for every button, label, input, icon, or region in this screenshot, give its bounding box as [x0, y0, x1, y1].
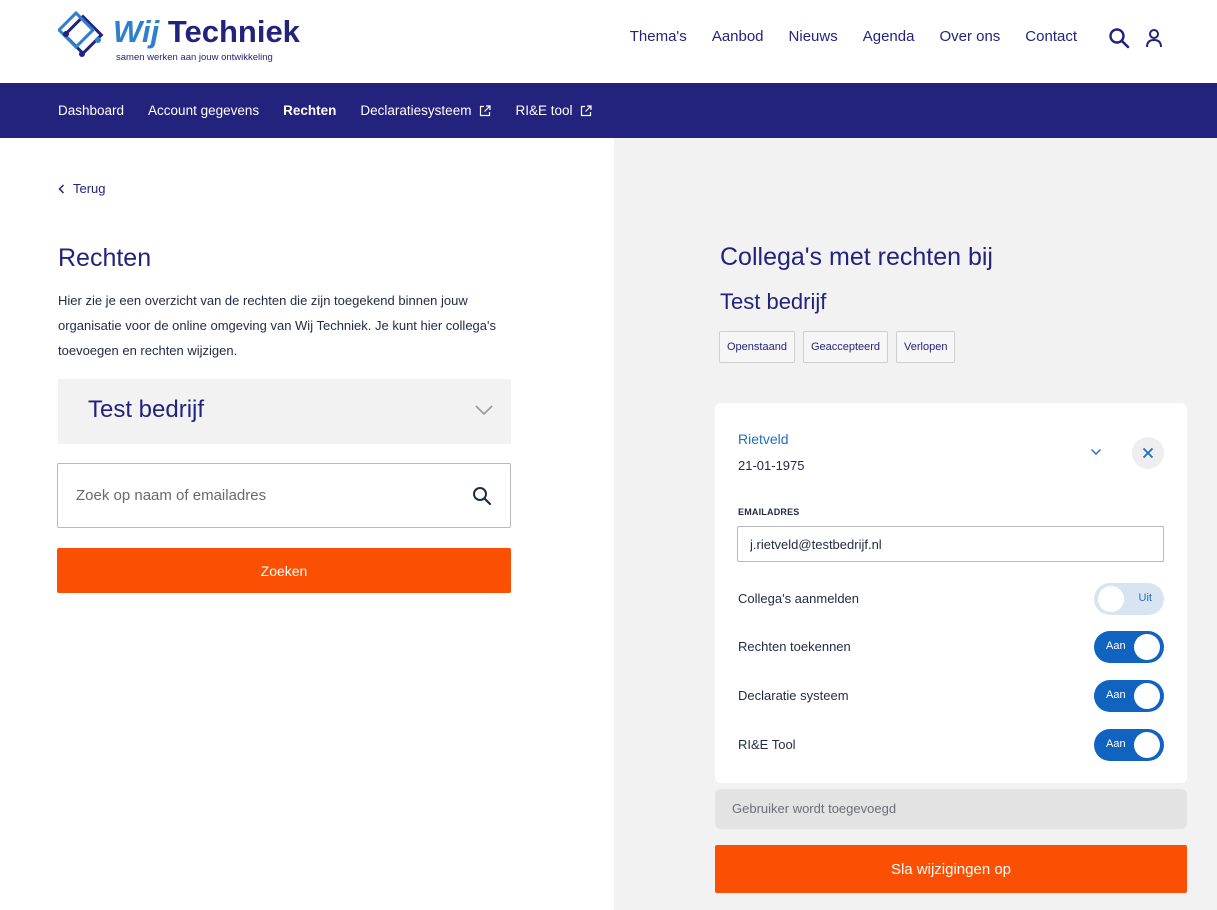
company-select[interactable]: Test bedrijf [58, 379, 511, 444]
toggle-state-label: Uit [1138, 592, 1152, 604]
intro-text: Hier zie je een overzicht van de rechten… [58, 293, 496, 358]
search-button[interactable]: Zoeken [57, 548, 511, 593]
subnav-item-rie-tool[interactable]: RI&E tool [515, 103, 593, 118]
filter-geaccepteerd[interactable]: Geaccepteerd [802, 331, 889, 363]
colleague-birthdate: 21-01-1975 [738, 458, 805, 473]
permission-label-declaratie-systeem: Declaratie systeem [738, 688, 849, 703]
subnav-item-rechten[interactable]: Rechten [283, 103, 336, 118]
colleagues-company: Test bedrijf [720, 289, 827, 314]
subnav-item-dashboard[interactable]: Dashboard [58, 103, 124, 118]
logo-tagline: samen werken aan jouw ontwikkeling [116, 52, 273, 63]
email-field [737, 526, 1164, 562]
email-input[interactable] [738, 527, 1163, 561]
nav-item-contact[interactable]: Contact [1025, 28, 1077, 45]
toggle-knob [1098, 586, 1124, 612]
permission-label-collegas-aanmelden: Collega's aanmelden [738, 591, 860, 606]
filter-verlopen[interactable]: Verlopen [896, 331, 956, 363]
save-changes-button[interactable]: Sla wijzigingen op [715, 845, 1187, 893]
subnav-item-account-gegevens[interactable]: Account gegevens [148, 103, 259, 118]
email-label: EMAILADRES [738, 507, 800, 517]
colleague-name: Rietveld [738, 431, 789, 447]
colleagues-title: Collega's met rechten bij [720, 243, 993, 271]
toggle-knob [1134, 683, 1160, 709]
toggle-rechten-toekennen[interactable]: Aan [1094, 631, 1164, 663]
toggle-knob [1134, 732, 1160, 758]
main-nav: Thema's Aanbod Nieuws Agenda Over ons Co… [630, 28, 1077, 45]
status-message: Gebruiker wordt toegevoegd [715, 789, 1187, 829]
nav-item-nieuws[interactable]: Nieuws [789, 28, 838, 45]
search-input[interactable] [58, 464, 510, 527]
search-icon[interactable] [1108, 27, 1130, 49]
close-icon [1142, 447, 1154, 459]
chevron-down-icon [475, 405, 493, 416]
nav-item-over-ons[interactable]: Over ons [939, 28, 1000, 45]
search-field [57, 463, 511, 528]
search-icon[interactable] [472, 486, 492, 506]
toggle-collegas-aanmelden[interactable]: Uit [1094, 583, 1164, 615]
chevron-down-icon[interactable] [1090, 448, 1102, 456]
nav-item-aanbod[interactable]: Aanbod [712, 28, 764, 45]
account-subnav: Dashboard Account gegevens Rechten Decla… [0, 83, 1217, 138]
external-link-icon [581, 104, 593, 116]
filter-openstaand[interactable]: Openstaand [719, 331, 795, 363]
logo[interactable]: Wij Techniek samen werken aan jouw ontwi… [58, 10, 300, 66]
logo-wordmark: Wij Techniek [113, 14, 300, 49]
status-filters: Openstaand Geaccepteerd Verlopen [719, 331, 956, 363]
back-link[interactable]: Terug [58, 181, 106, 196]
nav-item-themas[interactable]: Thema's [630, 28, 687, 45]
toggle-knob [1134, 634, 1160, 660]
page-title: Rechten [58, 244, 152, 272]
chevron-left-icon [58, 183, 65, 194]
toggle-declaratie-systeem[interactable]: Aan [1094, 680, 1164, 712]
nav-item-agenda[interactable]: Agenda [863, 28, 915, 45]
permission-label-rechten-toekennen: Rechten toekennen [738, 639, 851, 654]
toggle-rie-tool[interactable]: Aan [1094, 729, 1164, 761]
site-header: Wij Techniek samen werken aan jouw ontwi… [0, 0, 1217, 83]
permission-label-rie-tool: RI&E Tool [738, 737, 796, 752]
toggle-state-label: Aan [1106, 738, 1126, 750]
company-select-value: Test bedrijf [88, 396, 205, 423]
toggle-state-label: Aan [1106, 689, 1126, 701]
toggle-state-label: Aan [1106, 640, 1126, 652]
remove-colleague-button[interactable] [1132, 437, 1164, 469]
subnav-item-declaratiesysteem[interactable]: Declaratiesysteem [360, 103, 492, 118]
user-icon[interactable] [1143, 27, 1165, 49]
logo-mark-icon [58, 10, 104, 57]
colleague-card: Rietveld 21-01-1975 EMAILADRES Collega's… [715, 403, 1187, 783]
external-link-icon [480, 104, 492, 116]
